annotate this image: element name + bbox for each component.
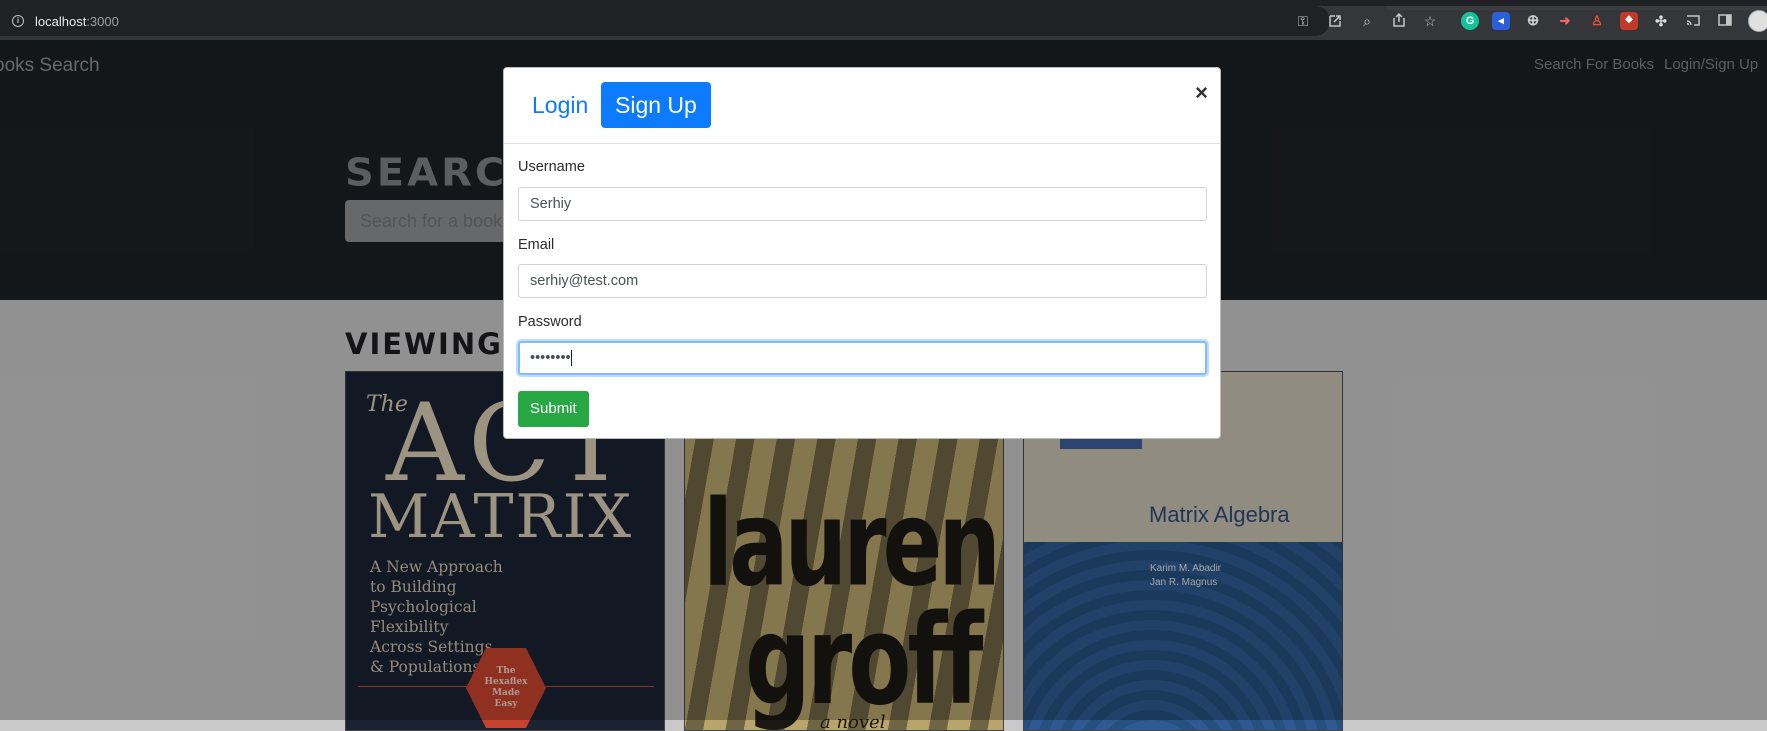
tab-login[interactable]: Login <box>518 82 602 128</box>
password-value: •••••••• <box>530 350 571 366</box>
bookmark-star-icon[interactable]: ☆ <box>1421 12 1439 30</box>
close-icon[interactable]: × <box>1195 82 1208 104</box>
zoom-icon[interactable]: ⌕ <box>1358 12 1376 30</box>
key-icon[interactable]: ⚿ <box>1294 12 1312 30</box>
password-label: Password <box>518 314 582 330</box>
signup-modal: Login Sign Up × Username Serhiy Email se… <box>503 67 1221 439</box>
url-text[interactable]: localhost:3000 <box>35 14 119 29</box>
tab-signup[interactable]: Sign Up <box>601 82 711 128</box>
profile-avatar[interactable] <box>1748 10 1767 32</box>
record-extension-icon[interactable]: ➜ <box>1556 12 1574 30</box>
puzzle-extensions-icon[interactable]: ✣ <box>1652 12 1670 30</box>
share-icon[interactable] <box>1390 12 1408 30</box>
open-in-app-icon[interactable] <box>1326 12 1344 30</box>
red-extension-icon[interactable]: ❖ <box>1620 12 1638 30</box>
info-icon[interactable]: i <box>12 15 24 27</box>
side-panel-icon[interactable] <box>1716 12 1734 30</box>
text-caret <box>570 350 572 367</box>
vscode-extension-icon[interactable]: ◂ <box>1492 12 1510 30</box>
address-bar[interactable]: i localhost:3000 ⚿ <box>0 6 1341 36</box>
email-label: Email <box>518 237 555 253</box>
email-input[interactable]: serhiy@test.com <box>518 264 1207 298</box>
tab-strip <box>1387 6 1767 10</box>
cast-icon[interactable] <box>1684 12 1702 30</box>
username-label: Username <box>518 159 585 175</box>
password-input[interactable]: •••••••• <box>518 341 1207 375</box>
globe-extension-icon[interactable]: ⊕ <box>1524 12 1542 30</box>
submit-button[interactable]: Submit <box>518 391 589 427</box>
grammarly-extension-icon[interactable]: G <box>1461 12 1479 30</box>
person-extension-icon[interactable]: ♙ <box>1588 12 1606 30</box>
username-input[interactable]: Serhiy <box>518 187 1207 221</box>
modal-header: Login Sign Up × <box>504 68 1220 144</box>
